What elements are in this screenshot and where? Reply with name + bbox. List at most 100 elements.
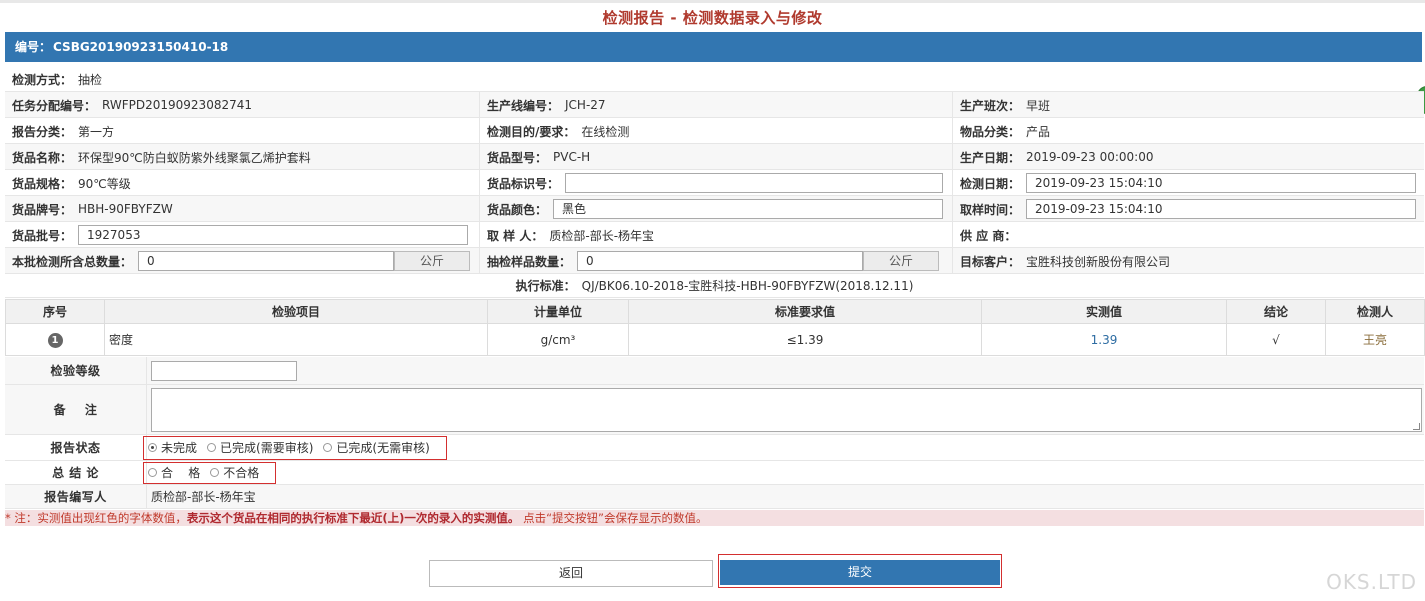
test-date-input[interactable]: 2019-09-23 15:04:10: [1026, 173, 1417, 193]
sample-qty-input[interactable]: 0: [577, 251, 864, 271]
watermark: OKS.LTD: [1326, 570, 1417, 594]
status-content: 未完成 已完成(需要审核) 已完成(无需审核): [143, 435, 1424, 460]
remark-textarea[interactable]: [151, 387, 1422, 432]
status-option-incomplete[interactable]: 未完成: [148, 439, 197, 456]
inspection-items-table: 序号 检验项目 计量单位 标准要求值 实测值 结论 检测人 1 密度 g/cm³…: [5, 299, 1425, 356]
page-title: 检测报告 - 检测数据录入与修改: [602, 9, 823, 27]
sample-time-label: 取样时间：: [960, 202, 1021, 217]
status-option-label: 已完成(需要审核): [220, 441, 314, 455]
status-row: 报告状态 未完成 已完成(需要审核) 已完成(无需审核): [5, 435, 1424, 461]
grade-label: 检验等级: [50, 364, 101, 378]
standard-row: 执行标准： QJ/BK06.10-2018-宝胜科技-HBH-90FBYFZW(2…: [5, 274, 1424, 298]
goods-mark-label: 货品标识号：: [487, 176, 560, 191]
note-bold: 表示这个货品在相同的执行标准下最近(上)一次的录入的实测值。: [186, 511, 520, 525]
submit-button[interactable]: 提交: [720, 560, 1000, 585]
batch-total-input[interactable]: 0: [138, 251, 395, 271]
item-category-value: 产品: [1026, 124, 1051, 139]
line-no-cell: 生产线编号： JCH-27: [479, 92, 952, 118]
goods-color-label: 货品颜色：: [487, 202, 548, 217]
goods-brand-cell: 货品牌号： HBH-90FBYFZW: [5, 196, 479, 222]
form-row: 任务分配编号： RWFPD20190923082741 生产线编号： JCH-2…: [5, 92, 1424, 118]
conclusion-option-fail[interactable]: 不合格: [210, 464, 259, 481]
batch-total-cell: 本批检测所含总数量： 0 公斤: [5, 248, 479, 274]
goods-mark-input[interactable]: [565, 173, 944, 193]
shift-value: 早班: [1026, 98, 1051, 113]
sample-qty-cell: 抽检样品数量： 0 公斤: [479, 248, 952, 274]
task-no-cell: 任务分配编号： RWFPD20190923082741: [5, 92, 479, 118]
radio-icon[interactable]: [148, 468, 157, 477]
goods-model-value: PVC-H: [553, 150, 591, 164]
form-row: 货品名称： 环保型90℃防白蚁防紫外线聚氯乙烯护套料 货品型号： PVC-H 生…: [5, 144, 1424, 170]
note-bar: * 注：实测值出现红色的字体数值，表示这个货品在相同的执行标准下最近(上)一次的…: [5, 510, 1424, 526]
goods-brand-label: 货品牌号：: [12, 202, 73, 217]
submit-highlight: 提交: [718, 554, 1002, 588]
batch-no-input[interactable]: 1927053: [78, 225, 469, 245]
status-option-no-review[interactable]: 已完成(无需审核): [323, 439, 430, 456]
task-no-label: 任务分配编号：: [12, 98, 97, 113]
radio-icon[interactable]: [207, 443, 217, 452]
batch-no-cell: 货品批号： 1927053: [5, 222, 479, 248]
supplier-label: 供 应 商：: [960, 228, 1017, 243]
batch-no-label: 货品批号：: [12, 228, 73, 243]
col-header-tester: 检测人: [1325, 299, 1425, 324]
resize-grip-icon[interactable]: [1413, 422, 1420, 430]
radio-icon[interactable]: [210, 468, 220, 477]
remark-row: 备 注: [5, 385, 1424, 435]
goods-mark-cell: 货品标识号：: [479, 170, 952, 196]
batch-total-unit[interactable]: 公斤: [394, 251, 471, 271]
goods-model-cell: 货品型号： PVC-H: [479, 144, 952, 170]
back-button[interactable]: 返回: [429, 560, 713, 587]
conclusion-label: 总 结 论: [52, 466, 99, 480]
form-row: 货品批号： 1927053 取 样 人： 质检部-部长-杨年宝 供 应 商：: [5, 222, 1424, 248]
report-summary-form: 检验等级 备 注 报告状态 未完成 已完成(需要审核) 已完成(无需审核) 总 …: [5, 357, 1424, 509]
line-no-label: 生产线编号：: [487, 98, 560, 113]
status-label: 报告状态: [50, 441, 101, 455]
col-header-conclusion: 结论: [1226, 299, 1326, 324]
col-header-item: 检验项目: [104, 299, 488, 324]
row-conclusion-cell: √: [1226, 323, 1326, 356]
conclusion-radio-group: 合 格 不合格: [143, 461, 277, 484]
purpose-cell: 检测目的/要求： 在线检测: [479, 118, 952, 144]
goods-brand-value: HBH-90FBYFZW: [78, 202, 173, 216]
form-row: 本批检测所含总数量： 0 公斤 抽检样品数量： 0 公斤 目标客户： 宝胜科技创…: [5, 248, 1424, 274]
standard-value: QJ/BK06.10-2018-宝胜科技-HBH-90FBYFZW(2018.1…: [581, 279, 914, 293]
table-row: 1 密度 g/cm³ ≤1.39 1.39 √ 王亮: [5, 323, 1425, 356]
line-no-value: JCH-27: [565, 98, 606, 112]
grade-content: [146, 357, 1424, 384]
col-header-requirement: 标准要求值: [628, 299, 982, 324]
row-number-badge: 1: [47, 332, 63, 348]
radio-selected-icon[interactable]: [148, 443, 157, 452]
sample-time-cell: 取样时间： 2019-09-23 15:04:10: [952, 196, 1424, 222]
top-divider: [0, 0, 1425, 3]
conclusion-option-pass[interactable]: 合 格: [148, 464, 200, 481]
author-content: 质检部-部长-杨年宝: [146, 485, 1424, 508]
report-number-bar: 编号： CSBG20190923150410-18: [5, 32, 1422, 62]
row-requirement-cell: ≤1.39: [628, 323, 982, 356]
report-number-value: CSBG20190923150410-18: [53, 40, 229, 54]
row-measured-cell[interactable]: 1.39: [981, 323, 1227, 356]
item-category-label: 物品分类：: [960, 124, 1021, 139]
grade-input[interactable]: [151, 360, 297, 381]
item-category-cell: 物品分类： 产品: [952, 118, 1424, 144]
sampler-cell: 取 样 人： 质检部-部长-杨年宝: [479, 222, 952, 248]
goods-name-label: 货品名称：: [12, 150, 73, 165]
row-index-cell: 1: [5, 323, 105, 356]
sample-time-input[interactable]: 2019-09-23 15:04:10: [1026, 199, 1417, 219]
purpose-label: 检测目的/要求：: [487, 124, 576, 139]
sample-qty-unit[interactable]: 公斤: [863, 251, 940, 271]
status-option-needs-review[interactable]: 已完成(需要审核): [207, 439, 313, 456]
goods-color-input[interactable]: 黑色: [553, 199, 944, 219]
sample-qty-label: 抽检样品数量：: [487, 254, 572, 269]
table-header-row: 序号 检验项目 计量单位 标准要求值 实测值 结论 检测人: [5, 299, 1425, 324]
goods-name-cell: 货品名称： 环保型90℃防白蚁防紫外线聚氯乙烯护套料: [5, 144, 479, 170]
prod-date-label: 生产日期：: [960, 150, 1021, 165]
report-category-cell: 报告分类： 第一方: [5, 118, 479, 144]
author-row: 报告编写人 质检部-部长-杨年宝: [5, 485, 1424, 509]
shift-cell: 生产班次： 早班: [952, 92, 1424, 118]
remark-content: [146, 385, 1424, 434]
author-value: 质检部-部长-杨年宝: [151, 490, 256, 504]
goods-model-label: 货品型号：: [487, 150, 548, 165]
conclusion-row: 总 结 论 合 格 不合格: [5, 461, 1424, 485]
supplier-cell: 供 应 商：: [952, 222, 1424, 248]
radio-icon[interactable]: [323, 443, 333, 452]
